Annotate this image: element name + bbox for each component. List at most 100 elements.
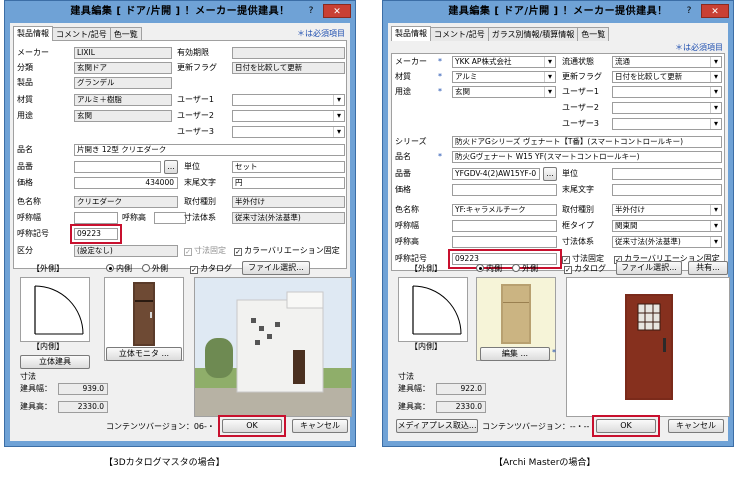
user1-select[interactable]	[612, 86, 722, 98]
user2-select[interactable]	[612, 102, 722, 114]
hinmei-field[interactable]: 防火Gヴェナート W15 YF(スマートコントロールキー)	[452, 151, 722, 163]
close-button[interactable]: ✕	[701, 4, 729, 18]
width-value: 922.0	[436, 383, 486, 395]
iromeisho-field: クリエダーク	[74, 196, 178, 208]
label-yobitaka: 呼称高	[122, 213, 146, 222]
gaiho-label: 【外側】	[32, 264, 64, 273]
yobitaka-field[interactable]	[452, 236, 557, 248]
gaiho-label: 【外側】	[410, 264, 442, 273]
youto-select[interactable]: 玄関	[452, 86, 556, 98]
hinban-field[interactable]	[74, 161, 161, 173]
hinban-browse-button[interactable]: ...	[164, 160, 178, 174]
label-hinmei: 品名	[17, 145, 33, 154]
hinban-field[interactable]: YFGDV-4(2)AW15YF-0	[452, 168, 540, 180]
radio-outside[interactable]: 外側	[142, 264, 168, 274]
share-button[interactable]: 共有...	[688, 261, 728, 275]
file-select-button[interactable]: ファイル選択...	[242, 261, 310, 275]
required-mark: *	[438, 87, 442, 96]
yobitaka-field[interactable]	[154, 212, 186, 224]
tab-color-list[interactable]: 色一覧	[577, 27, 610, 41]
tab-color-list[interactable]: 色一覧	[109, 27, 142, 41]
ryutsu-select[interactable]: 流通	[612, 56, 722, 68]
color-fixed-label: カラーバリエーション固定	[244, 246, 340, 255]
highlight-ok	[218, 415, 286, 437]
kakaku-field[interactable]	[452, 184, 557, 196]
label-youto: 用途	[395, 87, 411, 96]
product-info-panel: メーカー LIXIL 分類 玄関ドア 製品 グランデル 材質 アルミ＋樹脂 用途…	[13, 40, 347, 269]
highlight-yobikigo	[448, 249, 562, 269]
kakaku-field[interactable]: 434000	[74, 177, 178, 189]
dialog-3d-catalog: 建具編集 [ ドア/片開 ] ！メーカー提供建具！ ? ✕ 製品情報 コメント/…	[4, 0, 356, 447]
maker-select[interactable]: YKK AP株式会社	[452, 56, 556, 68]
kamachi-select[interactable]: 関東間	[612, 220, 722, 232]
zaishitsu-select[interactable]: アルミ	[452, 71, 556, 83]
tani-field[interactable]	[612, 168, 722, 180]
matsubi-field[interactable]	[612, 184, 722, 196]
required-note: ＊は必須項目	[675, 43, 723, 52]
tab-comment[interactable]: コメント/記号	[430, 27, 489, 41]
label-sunpo: 寸法体系	[184, 213, 216, 222]
label-yobihaba: 呼称幅	[395, 221, 419, 230]
label-maker: メーカー	[395, 57, 427, 66]
catalog-label: カタログ	[200, 264, 232, 273]
sunpo-title: 寸法	[20, 372, 36, 381]
tani-field[interactable]: セット	[232, 161, 345, 173]
naiho-label: 【内側】	[32, 342, 64, 351]
highlight-yobikigo	[70, 224, 122, 244]
user1-select[interactable]	[232, 94, 345, 106]
series-field[interactable]: 防火ドアGシリーズ ヴェナート【T番】(スマートコントロールキー)	[452, 136, 722, 148]
height-value: 2330.0	[58, 401, 108, 413]
radio-outside-label: 外側	[522, 264, 538, 273]
edit-button[interactable]: 編集 ...	[480, 347, 550, 361]
tab-comment[interactable]: コメント/記号	[52, 27, 111, 41]
yobihaba-field[interactable]	[74, 212, 118, 224]
hinban-browse-button[interactable]: ...	[543, 167, 557, 181]
iromeisho-field[interactable]: YF:キャラメルチーク	[452, 204, 557, 216]
rittai-tategu-button[interactable]: 立体建具	[20, 355, 90, 369]
radio-inside[interactable]: 内側	[106, 264, 132, 274]
height-label: 建具高：	[398, 402, 430, 411]
close-button[interactable]: ✕	[323, 4, 351, 18]
label-koushin: 更新フラグ	[177, 63, 217, 72]
cancel-button[interactable]: キャンセル	[292, 419, 348, 433]
width-label: 建具幅：	[20, 384, 52, 393]
user3-select[interactable]	[612, 118, 722, 130]
sunpo-fixed-checkbox[interactable]: ✓ 寸法固定	[184, 246, 226, 256]
help-button[interactable]: ?	[681, 4, 697, 18]
tab-glass-info[interactable]: ガラス別情報/積算情報	[487, 27, 579, 41]
kubun-field: (設定なし)	[74, 245, 178, 257]
file-select-button[interactable]: ファイル選択...	[616, 261, 682, 275]
sunpo-fixed-checkbox[interactable]: ✓ 寸法固定	[562, 254, 604, 264]
toritsuke-select[interactable]: 半外付け	[612, 204, 722, 216]
radio-inside[interactable]: 内側	[476, 264, 502, 274]
label-user1: ユーザー1	[562, 87, 599, 96]
rittai-monitor-button[interactable]: 立体モニタ ...	[106, 347, 182, 361]
door-swing-icon	[412, 285, 462, 335]
label-user3: ユーザー3	[177, 127, 214, 136]
label-user2: ユーザー2	[177, 111, 214, 120]
color-fixed-checkbox[interactable]: ✓ カラーバリエーション固定	[234, 246, 340, 256]
help-button[interactable]: ?	[303, 4, 319, 18]
label-hinban: 品番	[395, 169, 411, 178]
user2-select[interactable]	[232, 110, 345, 122]
user3-select[interactable]	[232, 126, 345, 138]
matsubi-field[interactable]: 円	[232, 177, 345, 189]
sunpo-select[interactable]: 従来寸法(外法基準)	[612, 236, 722, 248]
media-import-button[interactable]: メディアプレス取込...	[396, 419, 478, 433]
cancel-button[interactable]: キャンセル	[668, 419, 724, 433]
tab-product-info[interactable]: 製品情報	[13, 26, 53, 41]
radio-outside-label: 外側	[152, 264, 168, 273]
height-label: 建具高：	[20, 402, 52, 411]
tab-product-info[interactable]: 製品情報	[391, 26, 431, 41]
catalog-checkbox[interactable]: ✓ カタログ	[564, 264, 606, 274]
radio-outside[interactable]: 外側	[512, 264, 538, 274]
catalog-checkbox[interactable]: ✓ カタログ	[190, 264, 232, 274]
width-value: 939.0	[58, 383, 108, 395]
tab-bar: 製品情報 コメント/記号 色一覧	[13, 26, 142, 41]
yobihaba-field[interactable]	[452, 220, 557, 232]
hinmei-field[interactable]: 片開き 12型 クリエダーク	[74, 144, 345, 156]
label-kubun: 区分	[17, 246, 33, 255]
koushin-select[interactable]: 日付を比較して更新	[612, 71, 722, 83]
dialog-body: 製品情報 コメント/記号 色一覧 ＊は必須項目 メーカー LIXIL 分類 玄関…	[10, 23, 352, 441]
radio-inside-label: 内側	[486, 264, 502, 273]
